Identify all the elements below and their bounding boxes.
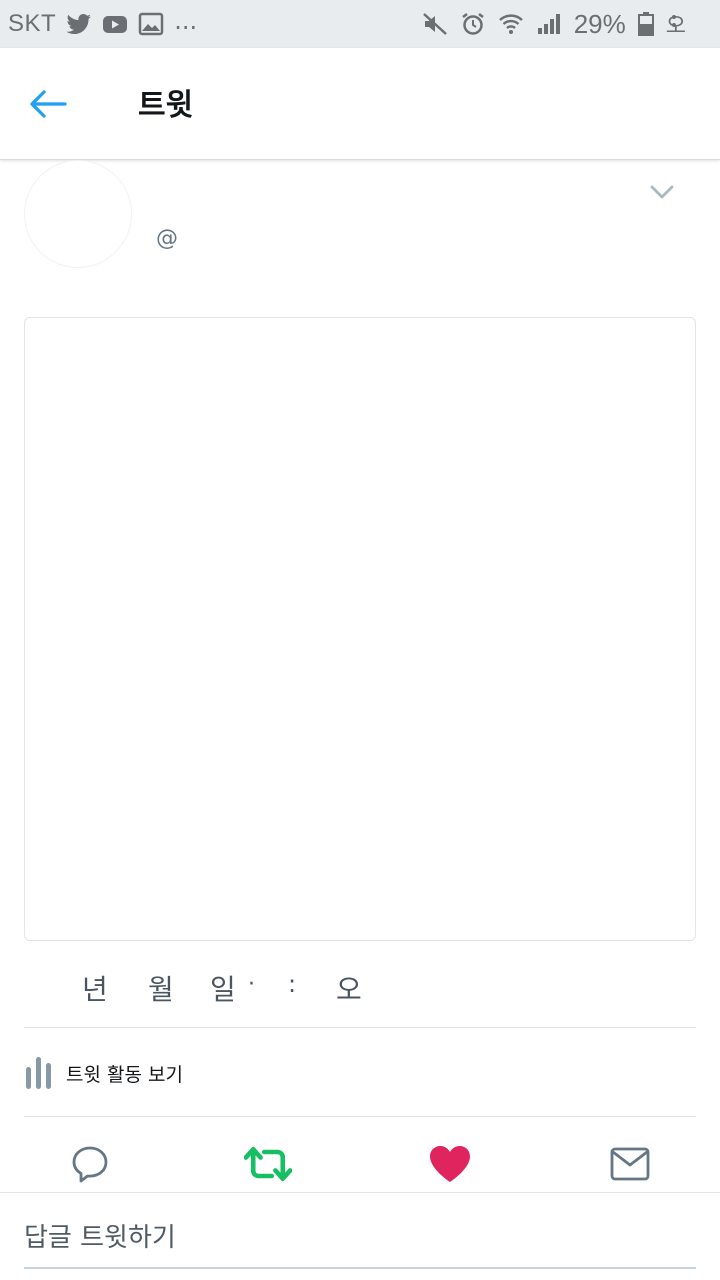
gallery-icon bbox=[138, 12, 164, 36]
app-bar: 트윗 bbox=[0, 48, 720, 160]
signal-icon bbox=[536, 12, 562, 36]
tweet-activity-link[interactable]: 트윗 활동 보기 bbox=[24, 1052, 183, 1094]
youtube-icon bbox=[102, 12, 128, 36]
status-bar-left: SKT ... bbox=[0, 7, 198, 38]
divider bbox=[24, 1027, 696, 1028]
retweet-icon bbox=[244, 1146, 292, 1182]
heart-icon bbox=[430, 1146, 470, 1182]
twitter-bird-icon bbox=[66, 12, 92, 36]
like-button[interactable] bbox=[426, 1140, 474, 1188]
more-notifications-indicator: ... bbox=[174, 7, 198, 35]
timestamp-colon: : bbox=[288, 970, 297, 998]
mute-icon bbox=[422, 12, 448, 36]
share-dm-button[interactable] bbox=[606, 1140, 654, 1188]
status-overflow-dots bbox=[672, 12, 676, 36]
reply-input[interactable]: 답글 트윗하기 bbox=[24, 1217, 176, 1254]
timestamp-day: 일 bbox=[210, 973, 236, 1006]
analytics-bars-icon bbox=[26, 1057, 51, 1089]
chevron-down-icon bbox=[650, 185, 674, 199]
battery-icon bbox=[637, 12, 654, 36]
retweet-button[interactable] bbox=[244, 1140, 292, 1188]
user-handle[interactable]: @ bbox=[156, 226, 178, 251]
envelope-icon bbox=[610, 1147, 650, 1181]
battery-percent: 29% bbox=[573, 8, 626, 39]
reply-input-underline bbox=[24, 1267, 696, 1269]
status-bar: SKT ... 29% 오 bbox=[0, 0, 720, 48]
reply-bubble-icon bbox=[72, 1146, 108, 1183]
tweet-activity-label: 트윗 활동 보기 bbox=[66, 1063, 183, 1086]
back-arrow-icon bbox=[30, 90, 67, 118]
tweet-timestamp: 년 월 일 · : 오 bbox=[24, 964, 696, 1010]
back-button[interactable] bbox=[26, 82, 70, 126]
tweet-options-caret[interactable] bbox=[648, 178, 676, 206]
carrier-label: SKT bbox=[8, 10, 57, 37]
timestamp-month: 월 bbox=[148, 973, 174, 1006]
divider bbox=[24, 1116, 696, 1117]
tweet-media[interactable] bbox=[24, 317, 696, 941]
page-title: 트윗 bbox=[138, 88, 194, 123]
reply-button[interactable] bbox=[66, 1140, 114, 1188]
timestamp-year: 년 bbox=[82, 973, 108, 1006]
timestamp-meridiem: 오 bbox=[336, 973, 362, 1006]
timestamp-separator: · bbox=[248, 972, 255, 997]
wifi-icon bbox=[498, 12, 524, 36]
alarm-icon bbox=[460, 12, 486, 36]
avatar[interactable] bbox=[24, 160, 132, 268]
